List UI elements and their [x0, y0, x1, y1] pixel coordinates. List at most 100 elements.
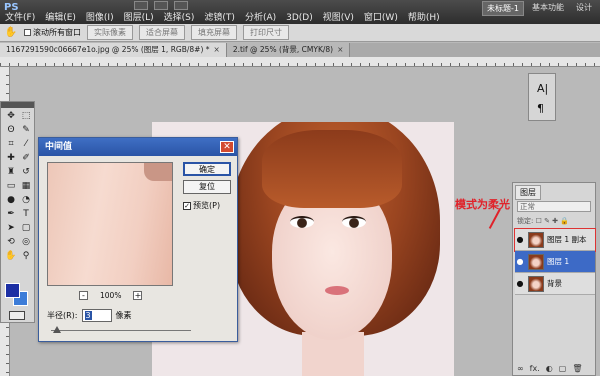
menu-3d[interactable]: 3D(D) [281, 12, 318, 24]
3d-rotate-tool-icon[interactable]: ⟲ [5, 237, 17, 248]
eyedropper-tool-icon[interactable]: ⁄ [20, 139, 32, 150]
tab-document-1[interactable]: 1167291590c06667e1o.jpg @ 25% (图层 1, RGB… [0, 43, 227, 57]
dialog-title[interactable]: 中间值 [39, 138, 237, 156]
checkbox-icon [24, 29, 31, 36]
view-extras-icon[interactable] [154, 1, 168, 10]
fill-screen-button[interactable]: 填充屏幕 [191, 25, 237, 40]
blend-mode-select[interactable]: 正常 [517, 201, 591, 212]
tab-label: 2.tif @ 25% (背景, CMYK/8) [232, 45, 334, 54]
visibility-eye-icon[interactable]: ● [515, 279, 525, 288]
radius-slider-thumb[interactable] [53, 326, 61, 333]
adjustment-layer-icon[interactable]: ◐ [546, 364, 553, 373]
radius-input[interactable]: 3 [81, 309, 112, 322]
layer-row[interactable]: ● 背景 [515, 273, 595, 295]
foreground-color-swatch[interactable] [5, 283, 20, 298]
hand-tool-icon[interactable]: ✋ [4, 27, 18, 39]
marquee-tool-icon[interactable]: ⬚ [20, 111, 32, 122]
zoom-tool-icon[interactable]: ⚲ [20, 251, 32, 262]
character-icon[interactable]: A| [537, 82, 548, 95]
menu-edit[interactable]: 编辑(E) [40, 12, 81, 24]
new-layer-icon[interactable]: ▢ [559, 364, 567, 373]
menu-analysis[interactable]: 分析(A) [240, 12, 281, 24]
link-layers-icon[interactable]: ∞ [517, 364, 524, 373]
zoom-level-icon[interactable] [174, 1, 188, 10]
radius-unit: 像素 [115, 311, 132, 320]
menu-layer[interactable]: 图层(L) [119, 12, 159, 24]
menu-select[interactable]: 选择(S) [159, 12, 200, 24]
paragraph-icon[interactable]: ¶ [537, 102, 544, 115]
lasso-tool-icon[interactable]: ʘ [5, 125, 17, 136]
layer-row[interactable]: ● 图层 1 副本 [514, 228, 596, 252]
layers-panel: 图层 正常 锁定: ☐ ✎ ✚ 🔒 ● 图层 1 副本 ● 图层 1 ● 背景 … [512, 182, 596, 376]
move-tool-icon[interactable]: ✥ [5, 111, 17, 122]
close-icon[interactable]: × [214, 45, 220, 54]
ok-button[interactable]: 确定 [183, 162, 231, 176]
eraser-tool-icon[interactable]: ▭ [5, 181, 17, 192]
filter-preview[interactable] [47, 162, 173, 286]
median-dialog: 中间值 ✕ 确定 复位 ✓ 预览(P) - 100% + 半径(R): 3 像素 [38, 137, 238, 342]
layer-thumbnail [528, 231, 544, 248]
preview-hair-spot [144, 163, 172, 181]
layer-name: 图层 1 [547, 257, 570, 266]
crop-tool-icon[interactable]: ⌗ [5, 139, 17, 150]
type-tool-icon[interactable]: T [20, 209, 32, 220]
layer-name: 背景 [547, 279, 562, 288]
menu-bar: 文件(F) 编辑(E) 图像(I) 图层(L) 选择(S) 滤镜(T) 分析(A… [0, 12, 445, 24]
layer-row[interactable]: ● 图层 1 [515, 251, 595, 273]
lock-controls[interactable]: 锁定: ☐ ✎ ✚ 🔒 [517, 216, 569, 226]
menu-image[interactable]: 图像(I) [81, 12, 119, 24]
close-icon[interactable]: ✕ [220, 141, 234, 153]
quick-mask-icon[interactable] [9, 311, 25, 320]
zoom-in-button[interactable]: + [133, 291, 143, 300]
path-select-tool-icon[interactable]: ➤ [5, 223, 17, 234]
menu-window[interactable]: 窗口(W) [359, 12, 403, 24]
scroll-all-windows-checkbox[interactable]: 滚动所有窗口 [24, 27, 81, 38]
reset-button[interactable]: 复位 [183, 180, 231, 194]
workspace-essentials[interactable]: 基本功能 [528, 1, 568, 16]
layer-style-icon[interactable]: fx. [530, 364, 540, 373]
close-icon[interactable]: × [337, 45, 343, 54]
preview-checkbox[interactable]: ✓ 预览(P) [183, 200, 220, 211]
portrait-bangs [262, 130, 402, 208]
actual-pixels-button[interactable]: 实际像素 [87, 25, 133, 40]
clone-stamp-tool-icon[interactable]: ♜ [5, 167, 17, 178]
delete-layer-icon[interactable]: 🗑 [572, 364, 582, 373]
horizontal-ruler [0, 57, 600, 67]
healing-tool-icon[interactable]: ✚ [5, 153, 17, 164]
visibility-eye-icon[interactable]: ● [515, 257, 525, 266]
print-size-button[interactable]: 打印尺寸 [243, 25, 289, 40]
workspace-switcher: 未标题-1 基本功能 设计 [482, 1, 596, 16]
fit-screen-button[interactable]: 适合屏幕 [139, 25, 185, 40]
tab-layers[interactable]: 图层 [515, 185, 541, 200]
brush-tool-icon[interactable]: ✐ [20, 153, 32, 164]
gradient-tool-icon[interactable]: ▦ [20, 181, 32, 192]
menu-file[interactable]: 文件(F) [0, 12, 40, 24]
quick-select-tool-icon[interactable]: ✎ [20, 125, 32, 136]
hand-tool-icon[interactable]: ✋ [5, 251, 17, 262]
layer-thumbnail [528, 253, 544, 270]
dodge-tool-icon[interactable]: ◔ [20, 195, 32, 206]
panel-grip[interactable] [1, 102, 34, 108]
history-brush-tool-icon[interactable]: ↺ [20, 167, 32, 178]
check-icon: ✓ [183, 201, 191, 210]
layer-name: 图层 1 副本 [547, 235, 587, 244]
pen-tool-icon[interactable]: ✒ [5, 209, 17, 220]
radius-slider-track[interactable] [51, 330, 191, 331]
workspace-design[interactable]: 设计 [572, 1, 596, 16]
blur-tool-icon[interactable]: ● [5, 195, 17, 206]
visibility-eye-icon[interactable]: ● [515, 235, 525, 244]
launch-bridge-icon[interactable] [134, 1, 148, 10]
menu-help[interactable]: 帮助(H) [403, 12, 445, 24]
zoom-out-button[interactable]: - [79, 291, 88, 300]
menu-view[interactable]: 视图(V) [318, 12, 359, 24]
workspace-active[interactable]: 未标题-1 [482, 1, 524, 16]
shape-tool-icon[interactable]: ▢ [20, 223, 32, 234]
app-bar: PS 未标题-1 基本功能 设计 文件(F) 编辑(E) 图像(I) 图层(L)… [0, 0, 600, 24]
layer-thumbnail [528, 275, 544, 292]
menu-filter[interactable]: 滤镜(T) [199, 12, 240, 24]
3d-orbit-tool-icon[interactable]: ◎ [20, 237, 32, 248]
tab-document-2[interactable]: 2.tif @ 25% (背景, CMYK/8) × [226, 43, 351, 57]
portrait-lips [325, 286, 349, 295]
character-mini-panel: A| ¶ [528, 73, 556, 121]
tools-panel: ✥ ⬚ ʘ ✎ ⌗ ⁄ ✚ ✐ ♜ ↺ ▭ ▦ ● ◔ ✒ T ➤ ▢ ⟲ ◎ … [0, 101, 35, 323]
